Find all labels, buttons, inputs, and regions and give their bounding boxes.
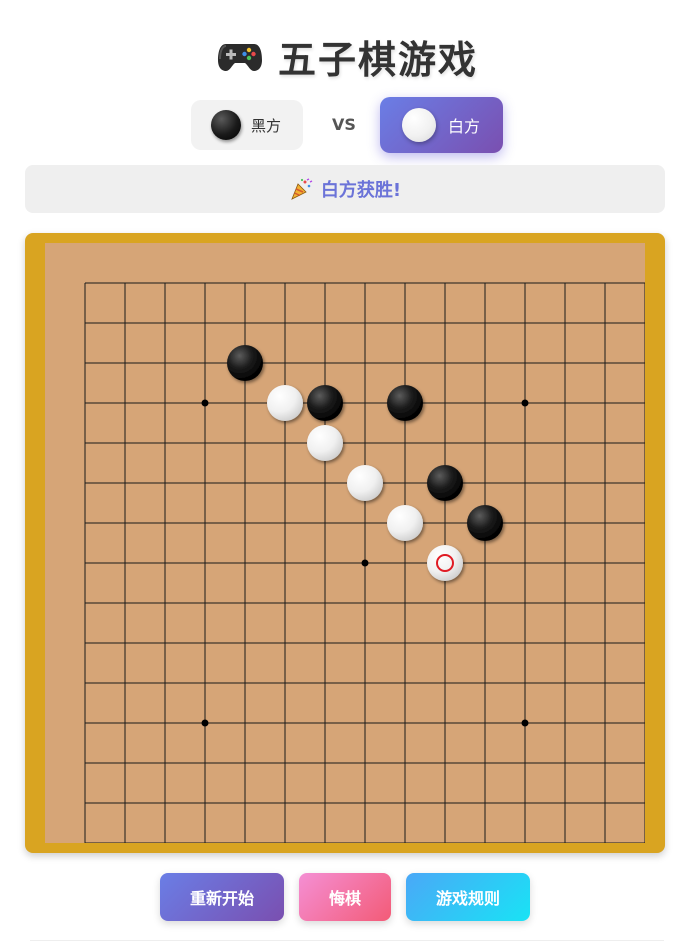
board-frame (25, 233, 665, 853)
gomoku-board[interactable] (45, 243, 645, 843)
undo-button[interactable]: 悔棋 (299, 873, 391, 921)
black-stone-body (227, 345, 263, 381)
party-popper-icon (289, 177, 313, 201)
white-stone-body (387, 505, 423, 541)
black-stone-body (387, 385, 423, 421)
player-white-badge-active: 白方 (380, 97, 503, 153)
white-stone (347, 465, 383, 501)
rules-button[interactable]: 游戏规则 (406, 873, 530, 921)
black-stone (467, 505, 503, 541)
white-stone-body (307, 425, 343, 461)
white-stone (307, 425, 343, 461)
white-stone (267, 385, 303, 421)
gomoku-page: 五子棋游戏 黑方 VS 白方 白方获胜! 重新开始 悔棋 游戏规则 (0, 0, 694, 943)
vs-label: VS (332, 115, 356, 134)
black-stone (387, 385, 423, 421)
status-text: 白方获胜! (320, 180, 402, 201)
white-stone-icon (402, 108, 436, 142)
player-black-badge: 黑方 (191, 100, 303, 150)
footer-divider (30, 940, 664, 941)
board-grid[interactable] (45, 243, 645, 843)
white-stone-body (427, 545, 463, 581)
white-stone (387, 505, 423, 541)
star-point (201, 719, 209, 727)
player-indicators: 黑方 VS 白方 (0, 97, 694, 153)
black-stone (227, 345, 263, 381)
black-stone (427, 465, 463, 501)
white-stone-body (267, 385, 303, 421)
page-title: 五子棋游戏 (277, 37, 478, 82)
star-point (201, 399, 209, 407)
player-white-label: 白方 (448, 117, 481, 136)
restart-button[interactable]: 重新开始 (160, 873, 284, 921)
player-black-label: 黑方 (251, 116, 282, 135)
white-stone (427, 545, 463, 581)
gamepad-icon (216, 38, 264, 74)
white-stone-body (347, 465, 383, 501)
black-stone-body (307, 385, 343, 421)
star-point (521, 399, 529, 407)
control-buttons: 重新开始 悔棋 游戏规则 (0, 873, 694, 921)
black-stone-icon (211, 110, 241, 140)
black-stone (307, 385, 343, 421)
star-point (361, 559, 369, 567)
page-header: 五子棋游戏 (0, 28, 694, 84)
black-stone-body (427, 465, 463, 501)
game-status-banner: 白方获胜! (25, 165, 665, 213)
star-point (521, 719, 529, 727)
black-stone-body (467, 505, 503, 541)
